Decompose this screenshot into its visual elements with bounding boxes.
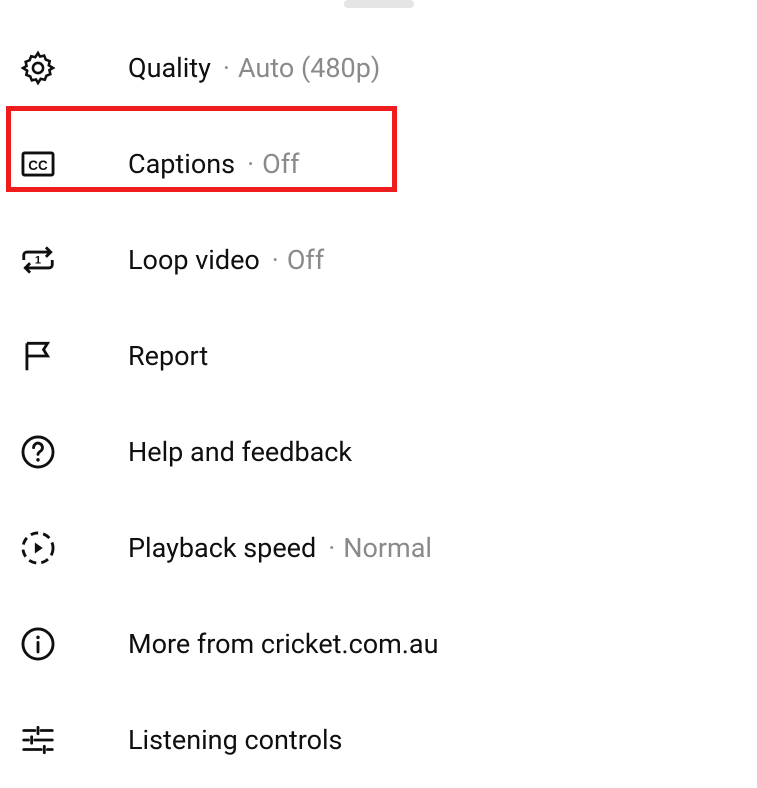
menu-label: Quality	[128, 55, 211, 82]
separator-dot: ·	[223, 55, 230, 82]
menu-label: Report	[128, 343, 208, 370]
svg-text:1: 1	[35, 254, 41, 266]
separator-dot: ·	[247, 151, 254, 178]
drag-handle[interactable]	[344, 0, 414, 8]
menu-item-quality[interactable]: Quality · Auto (480p)	[0, 20, 757, 116]
menu-value: Auto (480p)	[238, 55, 380, 82]
help-icon	[18, 432, 58, 472]
menu-item-listening-controls[interactable]: Listening controls	[0, 692, 757, 788]
flag-icon	[18, 336, 58, 376]
menu-value: Normal	[343, 535, 432, 562]
settings-menu: Quality · Auto (480p) CC Captions · Off	[0, 0, 757, 788]
menu-item-captions[interactable]: CC Captions · Off	[0, 116, 757, 212]
menu-label: More from cricket.com.au	[128, 631, 439, 658]
menu-item-report[interactable]: Report	[0, 308, 757, 404]
menu-item-loop[interactable]: 1 Loop video · Off	[0, 212, 757, 308]
separator-dot: ·	[328, 535, 335, 562]
menu-label: Playback speed	[128, 535, 316, 562]
cc-icon: CC	[18, 144, 58, 184]
separator-dot: ·	[272, 247, 279, 274]
menu-label: Captions	[128, 151, 235, 178]
menu-value: Off	[287, 247, 324, 274]
sliders-icon	[18, 720, 58, 760]
speed-icon	[18, 528, 58, 568]
menu-label: Listening controls	[128, 727, 343, 754]
menu-label: Loop video	[128, 247, 260, 274]
menu-item-help[interactable]: Help and feedback	[0, 404, 757, 500]
menu-label: Help and feedback	[128, 439, 352, 466]
menu-item-more-from[interactable]: More from cricket.com.au	[0, 596, 757, 692]
menu-item-playback-speed[interactable]: Playback speed · Normal	[0, 500, 757, 596]
loop-icon: 1	[18, 240, 58, 280]
svg-text:CC: CC	[28, 158, 48, 173]
info-icon	[18, 624, 58, 664]
menu-value: Off	[262, 151, 299, 178]
gear-icon	[18, 48, 58, 88]
